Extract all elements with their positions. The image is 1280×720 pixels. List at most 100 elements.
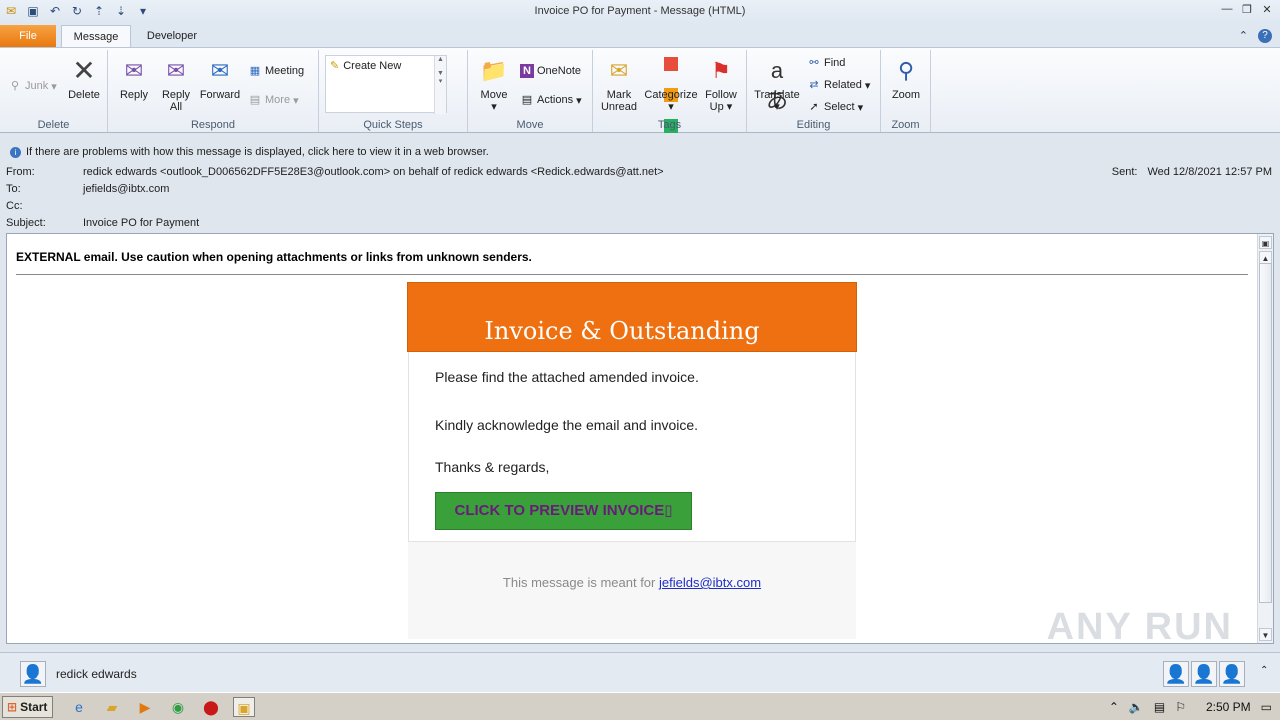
clock[interactable]: 2:50 PM	[1206, 700, 1251, 714]
volume-icon[interactable]: 🔈	[1129, 700, 1144, 714]
meeting-button[interactable]: ▦ Meeting	[248, 64, 304, 78]
more-icon: ▤	[249, 94, 261, 106]
ie-icon[interactable]: e	[68, 697, 90, 717]
quick-steps-group: ✎ Create New ▲ ▼ ▾ Quick Steps	[319, 50, 468, 132]
quick-steps-gallery: ✎ Create New ▲ ▼ ▾	[325, 55, 447, 114]
flag-icon: ⚑	[711, 58, 731, 83]
calendar-icon: ▦	[249, 65, 261, 77]
minimize-icon[interactable]: —	[1220, 2, 1234, 16]
junk-button[interactable]: ⚲ Junk ▾	[8, 79, 57, 93]
vertical-scrollbar[interactable]: ▣ ▲ ▼	[1257, 234, 1273, 643]
email-footer: This message is meant for jefields@ibtx.…	[408, 542, 856, 639]
ribbon-options: ⌃ ?	[1239, 29, 1272, 43]
avatar[interactable]: 👤	[1191, 661, 1217, 687]
onenote-icon: N	[520, 64, 534, 78]
tray-expand-icon[interactable]: ⌃	[1109, 700, 1119, 714]
message-header: i If there are problems with how this me…	[0, 133, 1280, 233]
email-body: Please find the attached amended invoice…	[408, 352, 856, 542]
translate-button[interactable]: aあ Translate ▾	[751, 56, 803, 113]
categorize-icon	[656, 56, 686, 164]
magnifier-icon: ⚲	[897, 58, 915, 83]
mark-unread-button[interactable]: ✉ Mark Unread	[597, 56, 641, 113]
start-button[interactable]: ⊞ Start	[2, 696, 53, 718]
close-icon[interactable]: ✕	[1260, 2, 1274, 16]
mark-unread-icon: ✉	[609, 58, 629, 83]
anyrun-watermark: ANY RUN	[1046, 606, 1233, 644]
delete-group: ⚲ Junk ▾ ✕ Delete Delete	[0, 50, 108, 132]
outlook-icon[interactable]: ▣	[233, 697, 255, 717]
tags-group: ✉ Mark Unread Categorize ▾ ⚑ Follow Up ▾…	[593, 50, 747, 164]
restore-icon[interactable]: ❐	[1240, 2, 1254, 16]
chrome-icon[interactable]: ◉	[167, 697, 189, 717]
reply-all-icon: ✉	[166, 58, 186, 83]
editing-group: aあ Translate ▾ ⚯ Find ⇄ Related ▾ ➚ Sele…	[747, 50, 881, 132]
select-button[interactable]: ➚ Select ▾	[807, 100, 863, 114]
related-button[interactable]: ⇄ Related ▾	[807, 78, 870, 92]
people-pane: 👤 redick edwards 👤 👤 👤 ⌃	[0, 652, 1280, 692]
show-desktop-icon[interactable]: ▭	[1261, 700, 1272, 714]
related-icon: ⇄	[809, 79, 819, 91]
opera-icon[interactable]: ⬤	[200, 697, 222, 717]
infobar[interactable]: i If there are problems with how this me…	[10, 146, 489, 158]
scroll-down-icon[interactable]: ▼	[1259, 628, 1272, 641]
actions-icon: ▤	[521, 94, 533, 106]
from-value[interactable]: redick edwards <outlook_D006562DFF5E28E3…	[83, 166, 664, 178]
avatar[interactable]: 👤	[1163, 661, 1189, 687]
binoculars-icon: ⚯	[809, 57, 819, 69]
avatar[interactable]: 👤	[1219, 661, 1245, 687]
avatar[interactable]: 👤	[20, 661, 46, 687]
title-bar: ✉ ▣ ↶ ↻ ⇡ ⇣ ▾ Invoice PO for Payment - M…	[0, 0, 1280, 24]
group-label: Move	[516, 119, 544, 131]
tab-developer[interactable]: Developer	[136, 25, 208, 48]
preview-invoice-button[interactable]: CLICK TO PREVIEW INVOICE▯	[435, 492, 692, 530]
system-tray: ⌃ 🔈 ▤ ⚐ 2:50 PM ▭	[1101, 695, 1280, 719]
taskbar-apps: e ▰ ▶ ◉ ⬤ ▣	[68, 697, 255, 717]
flag-icon[interactable]: ⚐	[1175, 700, 1186, 714]
gallery-scroll[interactable]: ▲ ▼ ▾	[434, 56, 446, 114]
help-icon[interactable]: ?	[1258, 29, 1272, 43]
window-controls: — ❐ ✕	[1220, 2, 1274, 16]
ribbon: ⚲ Junk ▾ ✕ Delete Delete ✉ Reply ✉ Reply…	[0, 47, 1280, 164]
create-new-icon: ✎	[330, 60, 340, 72]
windows-icon: ⊞	[7, 700, 18, 714]
to-value[interactable]: jefields@ibtx.com	[83, 183, 169, 195]
scroll-thumb[interactable]	[1259, 263, 1272, 603]
categorize-button[interactable]: Categorize ▾	[643, 56, 699, 164]
media-icon[interactable]: ▶	[134, 697, 156, 717]
tab-file[interactable]: File	[0, 25, 56, 47]
zoom-button[interactable]: ⚲ Zoom	[887, 56, 925, 101]
expand-icon[interactable]: ⌃	[1260, 665, 1268, 676]
more-button[interactable]: ▤ More ▾	[248, 93, 299, 107]
forward-icon: ✉	[210, 58, 230, 83]
group-label: Editing	[796, 119, 831, 131]
reply-button[interactable]: ✉ Reply	[116, 56, 152, 101]
window-title: Invoice PO for Payment - Message (HTML)	[534, 5, 746, 17]
tab-message[interactable]: Message	[61, 25, 131, 48]
create-new-quick-step[interactable]: ✎ Create New	[330, 59, 401, 73]
sender-name[interactable]: redick edwards	[56, 667, 137, 681]
find-button[interactable]: ⚯ Find	[807, 56, 845, 70]
group-label: Zoom	[891, 119, 920, 131]
group-label: Tags	[657, 119, 682, 131]
delete-x-icon: ✕	[72, 55, 96, 86]
reply-icon: ✉	[124, 58, 144, 83]
delete-button[interactable]: ✕ Delete	[62, 55, 106, 102]
sent-value: Wed 12/8/2021 12:57 PM	[1147, 166, 1272, 178]
actions-button[interactable]: ▤ Actions ▾	[520, 93, 582, 107]
move-folder-icon: 📁	[480, 58, 508, 83]
explorer-icon[interactable]: ▰	[101, 697, 123, 717]
follow-up-button[interactable]: ⚑ Follow Up ▾	[701, 56, 741, 113]
reply-all-button[interactable]: ✉ Reply All	[158, 56, 194, 113]
recipient-link[interactable]: jefields@ibtx.com	[659, 575, 761, 590]
group-label: Quick Steps	[363, 119, 423, 131]
minimize-ribbon-icon[interactable]: ⌃	[1239, 29, 1248, 43]
forward-button[interactable]: ✉ Forward	[198, 56, 242, 101]
move-button[interactable]: 📁 Move ▾	[476, 56, 512, 113]
footer-text: This message is meant for jefields@ibtx.…	[502, 575, 762, 590]
pane-options-icon[interactable]: ▣	[1259, 236, 1272, 249]
network-icon[interactable]: ▤	[1154, 700, 1165, 714]
onenote-button[interactable]: N OneNote	[520, 64, 581, 78]
junk-icon: ⚲	[10, 80, 20, 92]
translate-icon: aあ	[765, 58, 788, 113]
subject-value: Invoice PO for Payment	[83, 217, 200, 229]
